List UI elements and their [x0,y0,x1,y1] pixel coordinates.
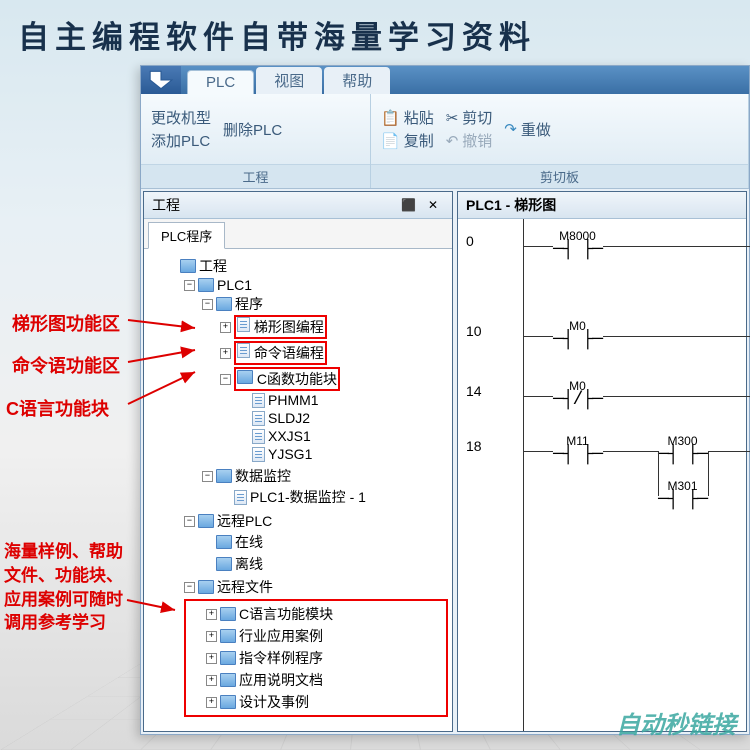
undo-button[interactable]: ↶撤销 [446,130,493,151]
headline: 自主编程软件自带海量学习资料 [18,12,536,57]
folder-icon [180,259,196,273]
folder-icon [216,469,232,483]
annotation-samples: 海量样例、帮助文件、功能块、应用案例可随时调用参考学习 [4,540,139,635]
folder-icon [216,535,232,549]
contact-no[interactable]: M300─┤ ├─ [658,434,707,465]
folder-icon [216,297,232,311]
folder-icon [198,580,214,594]
paste-button[interactable]: 📋粘贴 [381,107,434,128]
contact-no[interactable]: M301─┤ ├─ [658,479,707,510]
app-window: PLC 视图 帮助 更改机型 添加PLC 删除PLC 工程 📋粘贴 📄复制 [140,65,750,735]
close-icon[interactable]: ✕ [428,198,438,212]
file-icon [252,393,265,408]
panel-title-ladder: PLC1 - 梯形图 [466,195,556,215]
folder-icon [220,629,236,643]
group-title-clipboard: 剪切板 [371,164,748,188]
contact-nc[interactable]: M0─┤/├─ [553,379,602,410]
tab-help[interactable]: 帮助 [324,67,390,94]
ladder-diagram[interactable]: 0 M8000─┤ ├─ 10 M0─┤ ├─ 14 M0─┤/├─ [458,219,746,731]
file-icon [252,411,265,426]
tab-plc[interactable]: PLC [187,70,254,94]
annotation-cmd: 命令语功能区 [12,352,120,378]
pin-icon[interactable]: ⬛ [401,198,416,212]
project-panel: 工程 ⬛ ✕ PLC程序 工程 −PLC1 −程序 [143,191,453,732]
panel-title-project: 工程 [152,195,180,215]
annotation-cfunc: C语言功能块 [6,395,109,421]
copy-button[interactable]: 📄复制 [381,130,434,151]
contact-no[interactable]: M11─┤ ├─ [553,434,602,465]
model-buttons[interactable]: 更改机型 添加PLC [151,107,211,151]
rung-number: 0 [466,233,474,249]
folder-icon [220,607,236,621]
tab-view[interactable]: 视图 [256,67,322,94]
ribbon-body: 更改机型 添加PLC 删除PLC 工程 📋粘贴 📄复制 ✂剪切 ↶撤销 [141,94,749,189]
annotation-ladder: 梯形图功能区 [12,310,120,336]
delete-plc-button[interactable]: 删除PLC [223,119,282,140]
ladder-panel: PLC1 - 梯形图 0 M8000─┤ ├─ 10 M0─┤ ├─ 14 [457,191,747,732]
rung-number: 18 [466,438,482,454]
contact-no[interactable]: M0─┤ ├─ [553,319,602,350]
folder-icon [216,557,232,571]
project-tree[interactable]: 工程 −PLC1 −程序 + 梯形图编程 + 命令语编程 − C函数功能块 [144,249,452,731]
expand-icon[interactable]: − [184,280,195,291]
file-icon [237,343,250,358]
redo-button[interactable]: ↷重做 [504,119,551,140]
file-icon [252,429,265,444]
folder-icon [220,695,236,709]
file-icon [252,447,265,462]
watermark: 自动秒链接 [616,705,736,740]
folder-icon [198,278,214,292]
file-icon [237,317,250,332]
rung-number: 14 [466,383,482,399]
group-title-engineering: 工程 [141,164,370,188]
app-logo[interactable] [141,66,181,94]
subtab-plc-program[interactable]: PLC程序 [148,222,225,249]
cut-button[interactable]: ✂剪切 [446,107,493,128]
contact-no[interactable]: M8000─┤ ├─ [553,229,602,260]
folder-icon [220,651,236,665]
folder-icon [198,514,214,528]
folder-icon [237,370,253,384]
file-icon [234,490,247,505]
rung-number: 10 [466,323,482,339]
ribbon-header: PLC 视图 帮助 [141,66,749,94]
folder-icon [220,673,236,687]
